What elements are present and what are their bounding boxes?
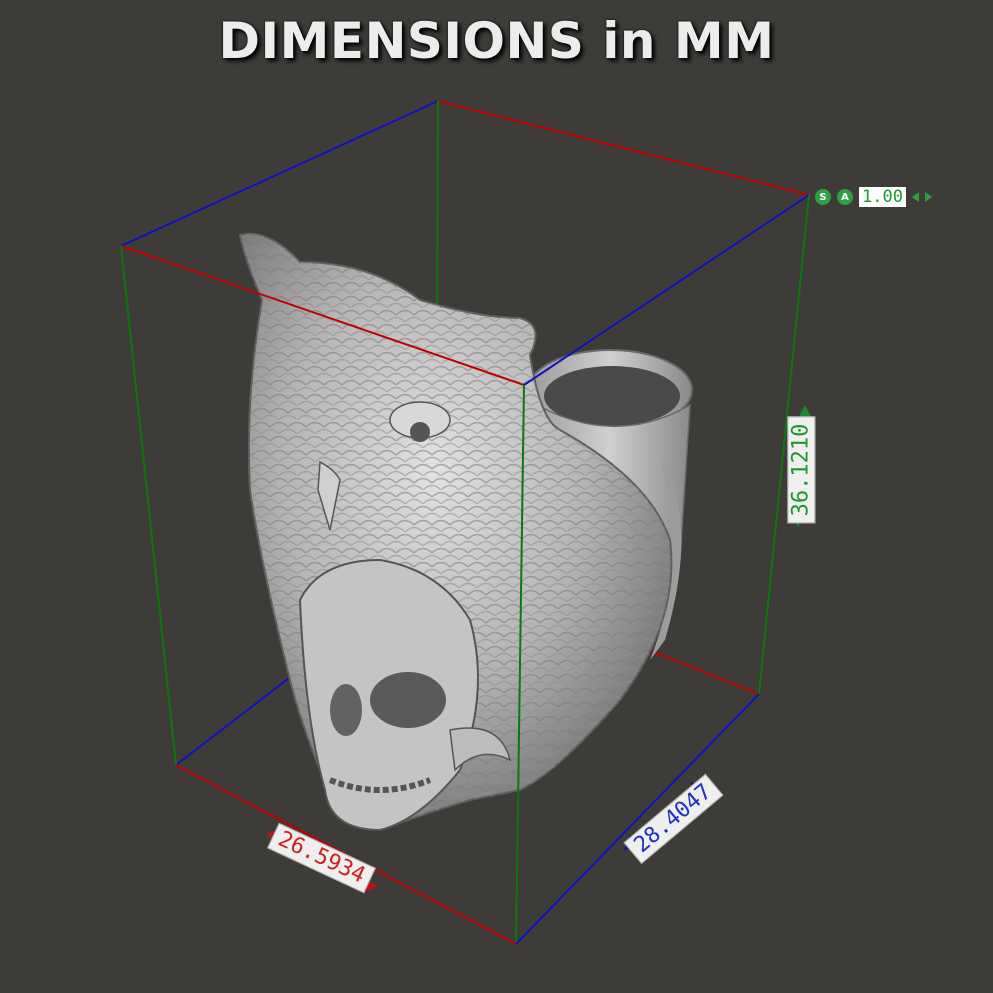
scale-left-arrow-icon[interactable] [911, 192, 919, 202]
height-dimension-label: 36.1210 [787, 416, 816, 524]
a-button[interactable]: A [837, 189, 853, 205]
ring-model [238, 232, 693, 832]
scale-right-arrow-icon[interactable] [924, 192, 932, 202]
s-button[interactable]: S [815, 189, 831, 205]
scale-input[interactable]: 1.00 [859, 187, 906, 207]
viewport-3d[interactable] [0, 0, 993, 993]
scale-widget: S A 1.00 [815, 186, 932, 208]
